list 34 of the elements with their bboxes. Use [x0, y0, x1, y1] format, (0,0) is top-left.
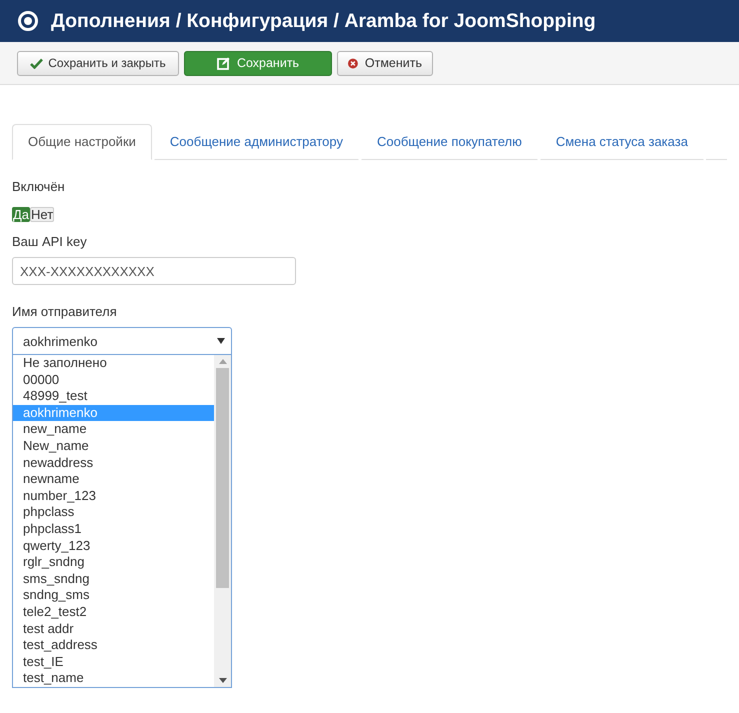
dropdown-option[interactable]: Не заполнено: [13, 355, 214, 372]
field-label: Включён: [12, 179, 66, 194]
toggle-option[interactable]: Да: [12, 207, 30, 222]
dropdown-option[interactable]: qwerty_123: [13, 538, 214, 554]
field-label: Имя отправителя: [12, 304, 118, 319]
input-field[interactable]: XXX-XXXXXXXXXXXX: [12, 257, 296, 285]
field-label: Ваш API key: [12, 234, 88, 249]
dropdown-option[interactable]: new_name: [13, 421, 214, 438]
dropdown-option[interactable]: sndng_sms: [13, 587, 214, 604]
dropdown-option[interactable]: phpclass1: [13, 520, 214, 538]
save-button[interactable]: Сохранить: [184, 50, 332, 76]
save-close-button[interactable]: Сохранить и закрыть: [17, 50, 179, 76]
tab[interactable]: Общие настройки: [12, 124, 152, 160]
dropdown-option[interactable]: 00000: [13, 372, 214, 388]
dropdown-option[interactable]: New_name: [13, 438, 214, 455]
dropdown-option[interactable]: test_address: [13, 637, 214, 654]
dropdown-option[interactable]: newname: [13, 471, 214, 488]
dropdown-option[interactable]: 48999_test: [13, 388, 214, 405]
cancel-button[interactable]: Отменить: [337, 50, 433, 76]
tab[interactable]: Сообщение администратору: [154, 124, 359, 160]
dropdown-option[interactable]: sms_sndng: [13, 570, 214, 588]
dropdown-option[interactable]: newaddress: [13, 454, 214, 472]
dropdown-option[interactable]: test_IE: [13, 654, 214, 670]
tab[interactable]: Смена статуса заказа: [540, 124, 704, 160]
dropdown-option[interactable]: tele2_test2: [13, 604, 214, 620]
dropdown-option[interactable]: rglr_sndng: [13, 554, 214, 571]
toggle-option[interactable]: Нет: [30, 207, 54, 222]
dropdown-option[interactable]: test addr: [13, 620, 214, 638]
dropdown-option[interactable]: test_name: [13, 670, 214, 687]
dropdown-option[interactable]: number_123: [13, 488, 214, 504]
select-field[interactable]: aokhrimenko: [12, 327, 232, 355]
page-title: Дополнения / Конфигурация / Aramba for JoomShopping: [51, 10, 596, 32]
tab[interactable]: Сообщение покупателю: [360, 124, 538, 160]
dropdown-option[interactable]: phpclass: [13, 504, 214, 521]
